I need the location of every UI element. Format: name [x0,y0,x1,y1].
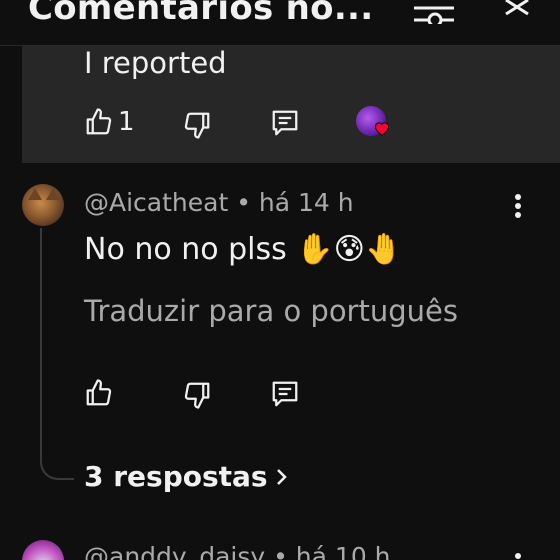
comment-time: há 14 h [258,188,354,217]
dislike-button[interactable] [182,380,212,410]
thread-connector [40,228,74,480]
comment-author[interactable]: @Aicatheat [84,188,228,217]
filter-icon[interactable] [412,0,456,24]
next-commenter-avatar[interactable] [22,540,64,560]
thumbs-down-icon [184,382,210,409]
chevron-right-icon [276,468,287,485]
view-replies-button[interactable]: 3 respostas [84,460,288,493]
thumbs-up-icon [86,379,112,406]
next-meta-separator: • [265,542,296,560]
more-options-icon[interactable] [508,192,528,222]
close-icon[interactable] [498,0,538,22]
previous-like-count: 1 [118,107,135,137]
previous-like-button[interactable]: 1 [84,107,135,137]
next-comment-meta: @anddy_daisy • há 10 h [84,542,391,560]
thumbs-up-icon [86,108,112,135]
next-comment-author[interactable]: @anddy_daisy [84,542,265,560]
comment-meta: @Aicatheat • há 14 h [84,188,354,217]
heart-icon [374,122,390,136]
creator-heart-badge [356,106,392,142]
reply-icon [272,381,298,407]
next-comment-time: há 10 h [295,542,391,560]
thumbs-down-icon [184,112,210,139]
reply-icon [272,110,298,136]
previous-reply-button[interactable] [270,108,300,138]
like-button[interactable] [84,378,114,408]
next-more-options-icon[interactable] [508,548,528,560]
commenter-avatar[interactable] [22,184,64,226]
replies-label: 3 respostas [84,460,268,493]
reply-button[interactable] [270,379,300,409]
previous-dislike-button[interactable] [182,110,212,140]
comment-text: No no no plss ✋😰🤚 [84,232,403,267]
previous-comment-text: I reported [84,46,227,80]
previous-comment-card: I reported [22,46,560,163]
panel-title: Comentários no... [28,0,374,28]
panel-header: Comentários no... [0,0,560,46]
meta-separator: • [228,188,259,217]
translate-link[interactable]: Traduzir para o português [84,294,458,328]
